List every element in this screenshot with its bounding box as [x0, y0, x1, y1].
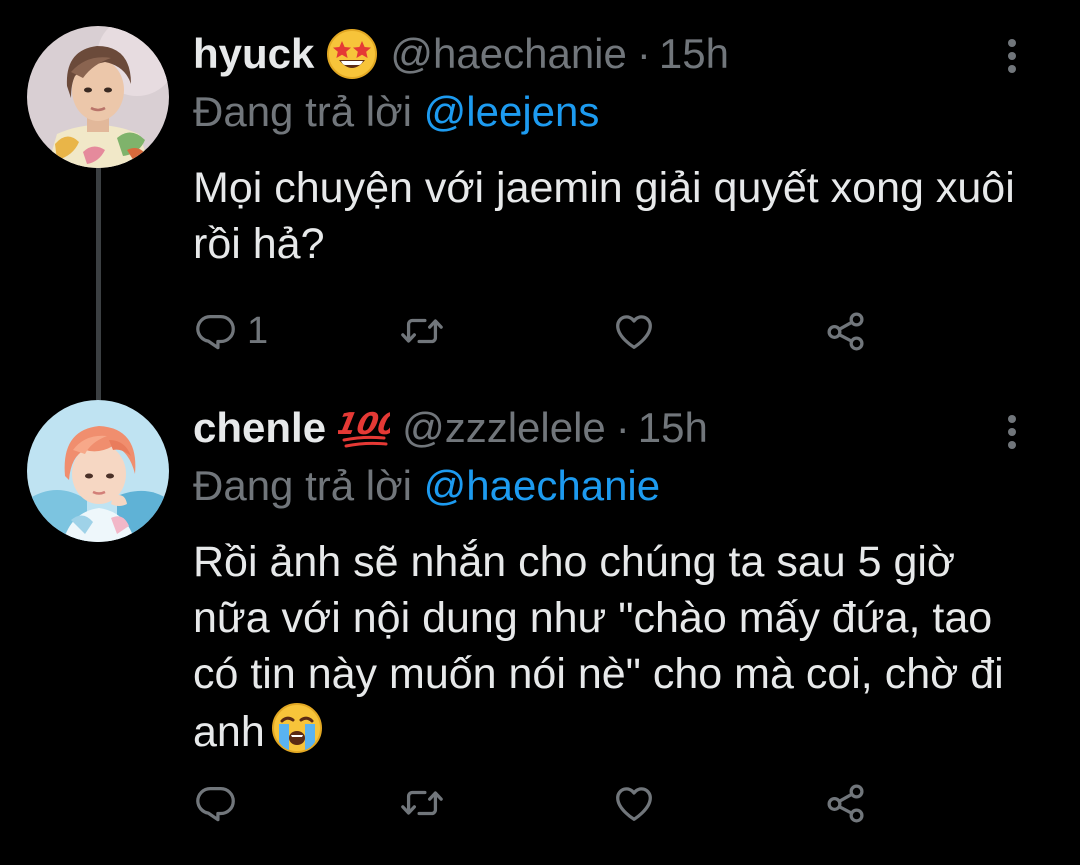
star-struck-emoji-icon	[326, 28, 378, 80]
share-button[interactable]	[823, 778, 869, 828]
timestamp[interactable]: 15h	[659, 30, 729, 77]
avatar[interactable]	[27, 26, 169, 168]
tweet[interactable]: hyuck @haechanie · 15h Đang trả lời @leeje…	[0, 0, 1080, 380]
display-name[interactable]: hyuck	[193, 30, 314, 78]
more-options-icon[interactable]	[1000, 36, 1024, 76]
retweet-button[interactable]	[399, 778, 445, 828]
share-icon	[827, 312, 864, 351]
replying-to-label: Đang trả lời	[193, 88, 412, 135]
tweet-header: chenle 100 @zzzlelele · 15h	[193, 400, 708, 456]
tweet[interactable]: chenle 100 @zzzlelele · 15h Đang trả lời @…	[0, 380, 1080, 865]
user-handle[interactable]: @zzzlelele	[402, 404, 606, 451]
avatar[interactable]	[27, 400, 169, 542]
timestamp[interactable]: 15h	[638, 404, 708, 451]
dot-separator: ·	[636, 30, 651, 77]
handle-and-time: @haechanie · 15h	[390, 30, 729, 78]
hyuck-avatar-image	[27, 26, 169, 168]
reply-icon	[196, 314, 235, 350]
reply-icon	[196, 786, 235, 822]
dot-separator: ·	[615, 404, 630, 451]
replying-to: Đang trả lời @haechanie	[193, 462, 660, 510]
like-button[interactable]	[611, 306, 657, 356]
retweet-button[interactable]	[399, 306, 445, 356]
tweet-text: Rồi ảnh sẽ nhắn cho chúng ta sau 5 giờ n…	[193, 534, 1033, 760]
reply-count: 1	[247, 309, 269, 352]
retweet-icon	[401, 318, 443, 344]
more-options-icon[interactable]	[1000, 412, 1024, 452]
replying-to: Đang trả lời @leejens	[193, 88, 599, 136]
loudly-crying-emoji-icon	[271, 702, 323, 754]
tweet-actions	[193, 778, 893, 828]
share-icon	[827, 784, 864, 823]
display-name[interactable]: chenle	[193, 404, 326, 452]
tweet-actions: 1	[193, 306, 893, 356]
reply-button[interactable]: 1	[193, 306, 268, 356]
share-button[interactable]	[823, 306, 869, 356]
retweet-icon	[401, 790, 443, 816]
handle-and-time: @zzzlelele · 15h	[402, 404, 708, 452]
reply-to-mention[interactable]: @leejens	[424, 88, 600, 135]
hundred-points-emoji-icon: 100	[338, 402, 390, 454]
like-button[interactable]	[611, 778, 657, 828]
tweet-text: Mọi chuyện với jaemin giải quyết xong xu…	[193, 164, 1015, 268]
like-icon	[616, 315, 652, 349]
reply-button[interactable]	[193, 778, 247, 828]
reply-to-mention[interactable]: @haechanie	[424, 462, 660, 509]
like-icon	[616, 787, 652, 821]
chenle-avatar-image	[27, 400, 169, 542]
tweet-header: hyuck @haechanie · 15h	[193, 26, 729, 82]
user-handle[interactable]: @haechanie	[390, 30, 626, 77]
replying-to-label: Đang trả lời	[193, 462, 412, 509]
